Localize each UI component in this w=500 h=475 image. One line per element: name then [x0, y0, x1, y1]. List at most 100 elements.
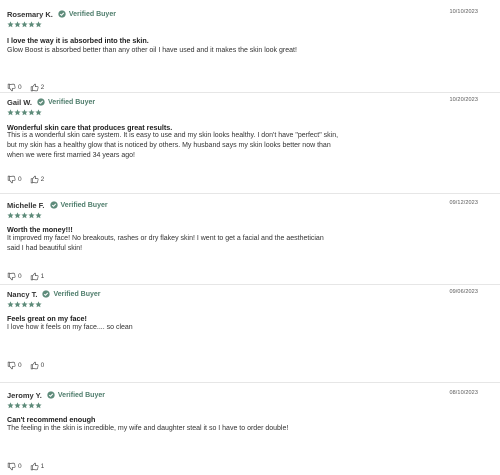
star-icon — [21, 109, 28, 116]
verified-buyer-label: Verified Buyer — [60, 201, 108, 209]
review-author: Jeromy Y. — [7, 390, 42, 400]
review-votes: 0 1 — [7, 272, 52, 281]
star-icon — [35, 301, 42, 308]
verified-badge-icon — [47, 391, 55, 399]
star-rating — [7, 301, 42, 308]
star-icon — [21, 21, 28, 28]
review-votes: 0 2 — [7, 83, 52, 92]
star-icon — [28, 402, 35, 409]
star-icon — [14, 402, 21, 409]
thumbs-up-icon — [30, 83, 39, 92]
thumbs-up-icon — [30, 175, 39, 184]
review-body: The feeling in the skin is incredible, m… — [7, 425, 289, 432]
star-icon — [14, 109, 21, 116]
star-icon — [28, 109, 35, 116]
star-icon — [7, 212, 14, 219]
star-icon — [21, 301, 28, 308]
review-date: 09/06/2023 — [449, 289, 478, 295]
review-body: This is a wonderful skin care system. It… — [7, 132, 339, 159]
thumbs-up-button[interactable]: 0 — [30, 361, 45, 370]
star-icon — [14, 212, 21, 219]
thumbs-up-button[interactable]: 2 — [30, 175, 45, 184]
star-icon — [28, 21, 35, 28]
review-date: 09/12/2023 — [449, 200, 478, 206]
star-icon — [7, 301, 14, 308]
review-title: I love the way it is absorbed into the s… — [7, 36, 149, 45]
review-date: 10/20/2023 — [449, 97, 478, 103]
thumbs-up-count: 2 — [40, 84, 45, 91]
star-icon — [21, 402, 28, 409]
star-icon — [35, 109, 42, 116]
thumbs-down-count: 0 — [18, 176, 22, 183]
star-icon — [21, 212, 28, 219]
thumbs-up-count: 0 — [40, 362, 45, 369]
verified-buyer-label: Verified Buyer — [48, 98, 96, 106]
star-icon — [14, 301, 21, 308]
review-title: Feels great on my face! — [7, 314, 87, 323]
review-divider — [0, 284, 500, 285]
review-date: 08/10/2023 — [449, 390, 478, 396]
thumbs-up-count: 1 — [40, 463, 45, 470]
thumbs-down-icon — [7, 83, 16, 92]
thumbs-down-count: 0 — [18, 273, 22, 280]
star-icon — [35, 402, 42, 409]
thumbs-down-button[interactable]: 0 — [7, 361, 22, 370]
review-title: Worth the money!!! — [7, 225, 73, 234]
thumbs-up-button[interactable]: 1 — [30, 462, 45, 471]
thumbs-down-icon — [7, 175, 16, 184]
review-author-row: Michelle F. Verified Buyer — [7, 199, 108, 211]
thumbs-down-count: 0 — [18, 463, 22, 470]
review-author-row: Jeromy Y. Verified Buyer — [7, 389, 105, 401]
thumbs-down-icon — [7, 462, 16, 471]
review-item: Jeromy Y. Verified Buyer 08/10/2023 Can'… — [0, 389, 500, 473]
thumbs-up-button[interactable]: 2 — [30, 83, 45, 92]
thumbs-up-icon — [30, 272, 39, 281]
review-body: I love how it feels on my face.... so cl… — [7, 324, 133, 331]
review-votes: 0 2 — [7, 175, 52, 184]
star-rating — [7, 109, 42, 116]
thumbs-up-count: 1 — [40, 273, 45, 280]
review-body: Glow Boost is absorbed better than any o… — [7, 47, 297, 54]
thumbs-down-button[interactable]: 0 — [7, 462, 22, 471]
thumbs-down-count: 0 — [18, 362, 22, 369]
thumbs-down-button[interactable]: 0 — [7, 175, 22, 184]
thumbs-up-button[interactable]: 1 — [30, 272, 45, 281]
review-author-row: Nancy T. Verified Buyer — [7, 288, 101, 300]
star-icon — [28, 212, 35, 219]
review-author-row: Rosemary K. Verified Buyer — [7, 8, 116, 20]
thumbs-down-count: 0 — [18, 84, 22, 91]
review-item: Nancy T. Verified Buyer 09/06/2023 Feels… — [0, 288, 500, 378]
review-author: Michelle F. — [7, 200, 45, 210]
verified-badge-icon — [49, 201, 58, 209]
review-date: 10/10/2023 — [449, 9, 478, 15]
review-item: Rosemary K. Verified Buyer 10/10/2023 I … — [0, 8, 500, 96]
star-icon — [14, 21, 21, 28]
thumbs-down-icon — [7, 272, 16, 281]
verified-buyer-label: Verified Buyer — [53, 290, 101, 298]
star-icon — [35, 21, 42, 28]
thumbs-up-icon — [30, 462, 39, 471]
star-icon — [28, 301, 35, 308]
verified-badge-icon — [42, 290, 51, 298]
review-author: Nancy T. — [7, 289, 38, 299]
verified-buyer-label: Verified Buyer — [68, 10, 116, 18]
thumbs-up-count: 2 — [40, 176, 45, 183]
star-rating — [7, 212, 42, 219]
verified-badge-icon — [37, 98, 45, 106]
thumbs-up-icon — [30, 361, 39, 370]
review-author-row: Gail W. Verified Buyer — [7, 96, 95, 108]
star-icon — [35, 212, 42, 219]
star-rating — [7, 402, 42, 409]
review-body: It improved my face! No breakouts, rashe… — [7, 235, 324, 252]
thumbs-down-button[interactable]: 0 — [7, 272, 22, 281]
review-item: Gail W. Verified Buyer 10/20/2023 Wonder… — [0, 96, 500, 194]
star-icon — [7, 109, 14, 116]
review-author: Gail W. — [7, 97, 33, 107]
review-divider — [0, 382, 500, 383]
star-icon — [7, 402, 14, 409]
star-icon — [7, 21, 14, 28]
review-item: Michelle F. Verified Buyer 09/12/2023 Wo… — [0, 199, 500, 287]
thumbs-down-button[interactable]: 0 — [7, 83, 22, 92]
review-votes: 0 1 — [7, 462, 52, 471]
review-divider — [0, 193, 500, 194]
